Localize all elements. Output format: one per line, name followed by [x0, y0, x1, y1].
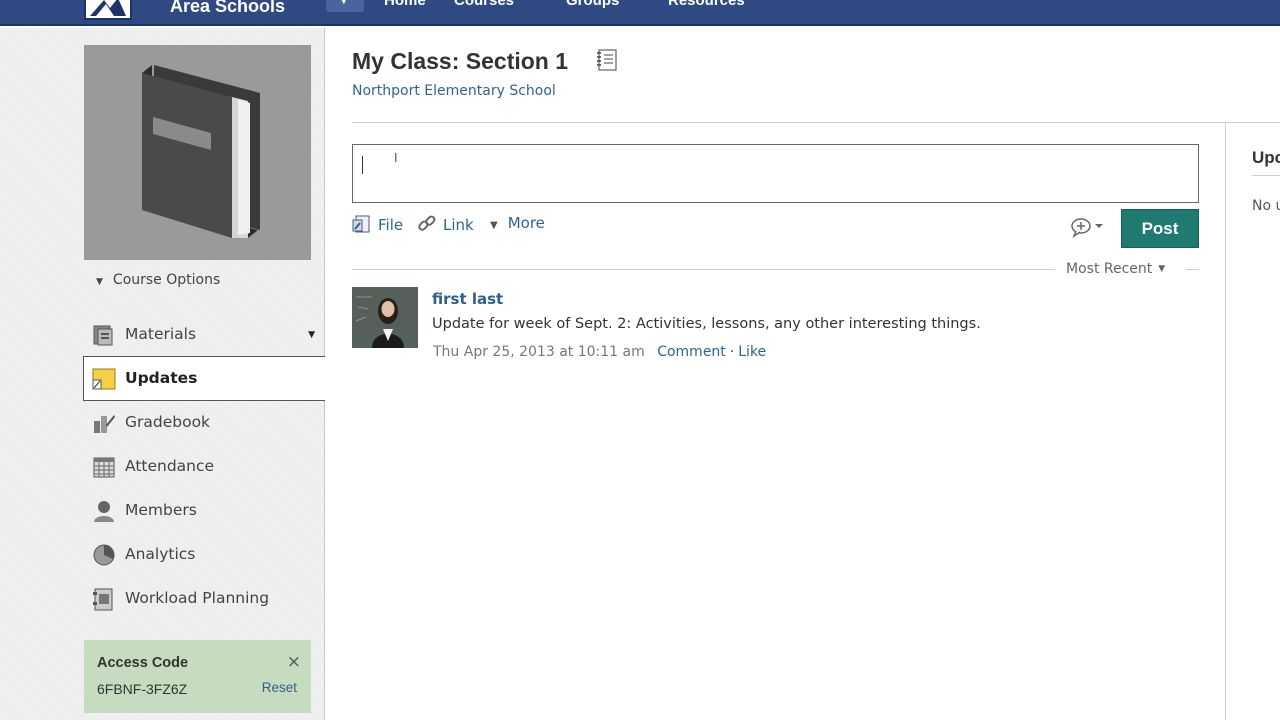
link-label: Link [443, 216, 474, 234]
add-reaction-button[interactable] [1070, 216, 1110, 238]
sidebar-item-label: Updates [125, 369, 198, 387]
upcoming-empty-text: No u [1252, 198, 1280, 214]
gradebook-icon [92, 411, 116, 435]
comment-link[interactable]: Comment [657, 344, 726, 360]
sidebar-item-members[interactable]: Members [84, 489, 325, 533]
more-label: More [507, 214, 545, 232]
feed-divider [352, 269, 1055, 270]
reset-access-code-link[interactable]: Reset [262, 680, 297, 695]
like-link[interactable]: Like [738, 344, 766, 360]
feed-divider [1186, 269, 1199, 270]
post-body: Update for week of Sept. 2: Activities, … [432, 316, 981, 332]
course-options-toggle[interactable]: ▼ Course Options [96, 272, 220, 288]
speech-bubble-plus-icon [1071, 218, 1103, 238]
sidebar-item-analytics[interactable]: Analytics [84, 533, 325, 577]
post-timestamp: Thu Apr 25, 2013 at 10:11 am [433, 344, 645, 360]
upcoming-title: Upc [1252, 148, 1280, 167]
post-button[interactable]: Post [1121, 209, 1199, 248]
post-author[interactable]: first last [432, 290, 503, 308]
file-attach-icon [352, 214, 372, 234]
chevron-down-icon: ▼ [340, 0, 348, 6]
separator-dot: · [729, 344, 735, 360]
nav-home[interactable]: Home [384, 0, 426, 9]
sidebar-item-label: Workload Planning [125, 589, 270, 607]
school-name[interactable]: Area Schools [170, 0, 285, 17]
sidebar-item-label: Materials [125, 325, 197, 343]
page-title: My Class: Section 1 [352, 48, 569, 74]
nav-courses[interactable]: Courses [454, 0, 514, 9]
workload-icon [92, 587, 116, 611]
right-column-divider [1225, 123, 1226, 720]
attach-file-button[interactable]: File [352, 214, 403, 234]
sort-select[interactable]: Most Recent ▼ [1066, 261, 1165, 277]
book-icon [142, 65, 260, 238]
sort-label: Most Recent [1066, 261, 1153, 277]
access-code-title: Access Code [97, 655, 189, 671]
materials-icon [92, 323, 116, 347]
close-icon[interactable]: × [287, 652, 301, 672]
post-meta: Thu Apr 25, 2013 at 10:11 am Comment · Lik… [433, 344, 766, 360]
sidebar-item-gradebook[interactable]: Gradebook [84, 401, 325, 445]
course-image[interactable] [84, 45, 311, 260]
header-divider [352, 122, 1280, 123]
apps-dropdown-button[interactable]: ▼ [326, 0, 364, 12]
notebook-icon[interactable] [596, 49, 618, 71]
avatar[interactable] [352, 287, 418, 348]
chevron-down-icon[interactable]: ▼ [308, 330, 315, 340]
post-update-input[interactable]: I [352, 144, 1199, 203]
updates-icon [92, 367, 116, 391]
sidebar-item-workload-planning[interactable]: Workload Planning [84, 577, 325, 621]
access-code-panel: Access Code × 6FBNF-3FZ6Z Reset [84, 640, 311, 713]
members-icon [92, 499, 116, 523]
upcoming-divider [1252, 175, 1280, 176]
sidebar-item-updates[interactable]: Updates [83, 356, 325, 401]
top-navigation-bar: Area Schools ▼ Home Courses Groups Resou… [0, 0, 1280, 26]
course-options-label: Course Options [112, 272, 221, 288]
sidebar-item-label: Analytics [125, 545, 196, 563]
logo-icon [90, 0, 126, 16]
caret-down-icon: ▼ [96, 277, 103, 287]
sidebar-item-materials[interactable]: Materials ▼ [84, 313, 325, 357]
more-options-button[interactable]: ▼ More [490, 214, 545, 232]
chain-link-icon [417, 214, 437, 234]
analytics-icon [92, 543, 116, 567]
nav-resources[interactable]: Resources [668, 0, 745, 9]
nav-groups[interactable]: Groups [566, 0, 619, 9]
access-code-value: 6FBNF-3FZ6Z [97, 681, 188, 697]
ibeam-cursor-icon: I [394, 151, 398, 165]
school-logo[interactable] [84, 0, 132, 20]
attach-link-button[interactable]: Link [417, 214, 474, 234]
sidebar-item-attendance[interactable]: Attendance [84, 445, 325, 489]
attendance-icon [92, 455, 116, 479]
caret-down-icon: ▼ [490, 220, 498, 231]
text-cursor [362, 156, 363, 174]
sidebar-item-label: Members [125, 501, 197, 519]
file-label: File [378, 216, 404, 234]
school-link[interactable]: Northport Elementary School [352, 83, 556, 99]
caret-down-icon: ▼ [1158, 264, 1166, 274]
sidebar-item-label: Gradebook [125, 413, 211, 431]
sidebar-item-label: Attendance [125, 457, 215, 475]
